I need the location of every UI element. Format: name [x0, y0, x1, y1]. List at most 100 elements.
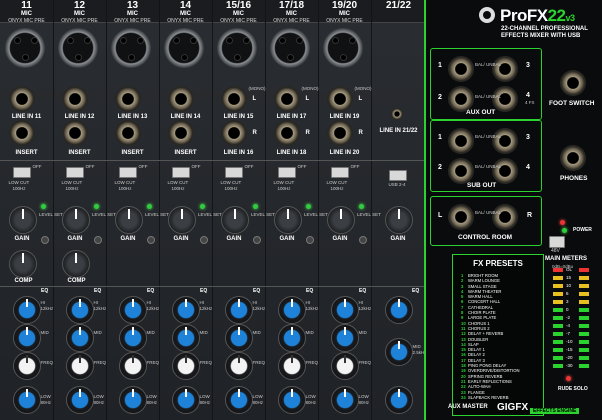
sub-out-1-jack[interactable]	[448, 128, 474, 154]
phantom-power-button[interactable]	[549, 236, 565, 248]
eq-freq-knob[interactable]	[277, 352, 306, 380]
gain-knob[interactable]	[220, 206, 249, 234]
aux-out-3-jack[interactable]	[492, 56, 518, 82]
line-input-jack[interactable]	[114, 86, 141, 112]
eq-freq-knob[interactable]	[171, 352, 200, 380]
gain-knob[interactable]	[384, 206, 413, 234]
line-input-jack[interactable]	[61, 86, 88, 112]
xlr-mic-input-jack[interactable]	[216, 28, 257, 68]
gain-knob[interactable]	[8, 206, 37, 234]
eq-hi-hz-label: 12kHz	[199, 306, 213, 311]
insert-jack[interactable]	[167, 120, 194, 146]
xlr-pin-icon	[331, 37, 339, 44]
channel-header: 12 MIC ONYX MIC PRE	[53, 0, 106, 25]
low-cut-button[interactable]	[224, 167, 243, 178]
eq-label: EQ	[412, 288, 420, 294]
eq-low-knob[interactable]	[277, 386, 306, 414]
eq-mid-knob[interactable]	[118, 324, 147, 352]
insert-jack[interactable]	[114, 120, 141, 146]
eq-mid-knob[interactable]	[65, 324, 94, 352]
line-input-jack[interactable]	[8, 86, 35, 112]
aux-out-2-jack[interactable]	[448, 86, 474, 112]
section-divider	[0, 160, 426, 161]
eq-freq-knob[interactable]	[330, 352, 359, 380]
low-cut-button[interactable]	[12, 167, 31, 178]
sub-out-4-jack[interactable]	[492, 158, 518, 184]
xlr-mic-input-jack[interactable]	[110, 28, 151, 68]
eq-freq-knob[interactable]	[224, 352, 253, 380]
control-room-right-jack[interactable]	[492, 204, 518, 230]
gigfx-label: GIGFX	[497, 402, 529, 413]
xlr-mic-input-jack[interactable]	[322, 28, 363, 68]
channel-number: 15/16	[225, 0, 252, 11]
eq-mid-knob[interactable]	[384, 338, 413, 366]
aux-out-1-jack[interactable]	[448, 56, 474, 82]
gain-knob[interactable]	[61, 206, 90, 234]
insert-jack[interactable]	[61, 120, 88, 146]
eq-low-knob[interactable]	[12, 386, 41, 414]
eq-low-knob[interactable]	[65, 386, 94, 414]
line-input-right-jack[interactable]	[273, 120, 300, 146]
eq-low-knob[interactable]	[118, 386, 147, 414]
xlr-mic-input-jack[interactable]	[163, 28, 204, 68]
eq-hi-knob[interactable]	[277, 296, 306, 324]
foot-switch-jack[interactable]	[560, 70, 586, 96]
bal-label: BAL/ UNBAL	[475, 62, 502, 67]
line-input-mini-jack[interactable]	[390, 108, 403, 120]
gain-knob[interactable]	[273, 206, 302, 234]
eq-freq-knob[interactable]	[65, 352, 94, 380]
line-input-right-jack[interactable]	[326, 120, 353, 146]
low-cut-button[interactable]	[118, 167, 137, 178]
line-input-jack[interactable]	[326, 86, 353, 112]
gain-label: GAIN	[14, 236, 30, 242]
eq-mid-knob[interactable]	[277, 324, 306, 352]
sub-out-3-jack[interactable]	[492, 128, 518, 154]
eq-mid-knob[interactable]	[12, 324, 41, 352]
gain-knob[interactable]	[167, 206, 196, 234]
low-cut-button[interactable]	[171, 167, 190, 178]
line-input-right-jack[interactable]	[220, 120, 247, 146]
eq-hi-knob[interactable]	[171, 296, 200, 324]
eq-low-knob[interactable]	[171, 386, 200, 414]
low-cut-button[interactable]	[277, 167, 296, 178]
eq-freq-knob[interactable]	[118, 352, 147, 380]
eq-low-knob[interactable]	[384, 386, 413, 414]
off-label: OFF	[32, 164, 42, 169]
eq-mid-knob[interactable]	[224, 324, 253, 352]
eq-mid-knob[interactable]	[171, 324, 200, 352]
usb-button[interactable]	[388, 170, 407, 181]
comp-knob[interactable]	[61, 250, 90, 278]
eq-hi-knob[interactable]	[384, 296, 413, 324]
eq-mid-label: MID	[305, 330, 314, 335]
xlr-pin-icon	[74, 54, 82, 61]
eq-hi-knob[interactable]	[12, 296, 41, 324]
xlr-mic-input-jack[interactable]	[269, 28, 310, 68]
aux-out-4-jack[interactable]	[492, 86, 518, 112]
eq-low-knob[interactable]	[330, 386, 359, 414]
insert-jack[interactable]	[8, 120, 35, 146]
control-room-left-jack[interactable]	[448, 204, 474, 230]
channel-number: 14	[179, 0, 192, 11]
phones-jack[interactable]	[560, 145, 586, 171]
sub-out-2-jack[interactable]	[448, 158, 474, 184]
low-cut-button[interactable]	[65, 167, 84, 178]
xlr-mic-input-jack[interactable]	[57, 28, 98, 68]
eq-hi-knob[interactable]	[118, 296, 147, 324]
eq-low-knob[interactable]	[224, 386, 253, 414]
eq-freq-knob[interactable]	[12, 352, 41, 380]
gain-knob[interactable]	[114, 206, 143, 234]
line-input-jack[interactable]	[220, 86, 247, 112]
line-input-jack[interactable]	[167, 86, 194, 112]
eq-mid-knob[interactable]	[330, 324, 359, 352]
eq-hi-knob[interactable]	[330, 296, 359, 324]
line-input-jack[interactable]	[273, 86, 300, 112]
eq-hi-knob[interactable]	[65, 296, 94, 324]
eq-hi-knob[interactable]	[224, 296, 253, 324]
comp-knob[interactable]	[8, 250, 37, 278]
gain-knob[interactable]	[326, 206, 355, 234]
peak-indicator-icon	[306, 236, 314, 244]
gain-label: GAIN	[226, 236, 242, 242]
low-cut-button[interactable]	[330, 167, 349, 178]
usb-button-label: USB 2-4	[388, 182, 406, 187]
xlr-mic-input-jack[interactable]	[4, 28, 45, 68]
